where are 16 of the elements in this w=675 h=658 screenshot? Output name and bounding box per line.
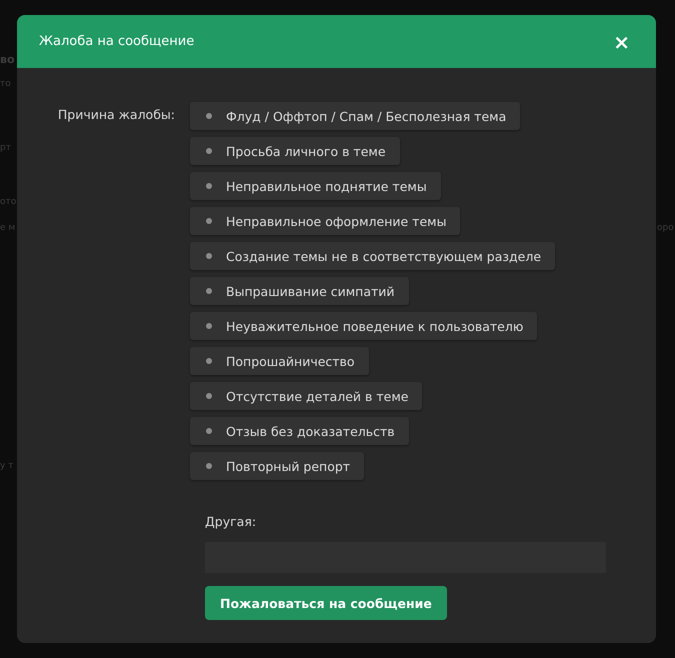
submit-button[interactable]: Пожаловаться на сообщение bbox=[205, 586, 447, 620]
dialog-title: Жалоба на сообщение bbox=[39, 34, 194, 49]
reason-option[interactable]: Неуважительное поведение к пользователю bbox=[190, 312, 538, 340]
reason-option[interactable]: Отзыв без доказательств bbox=[190, 417, 409, 445]
reason-label: Причина жалобы: bbox=[56, 106, 176, 124]
reason-option[interactable]: Попрошайничество bbox=[190, 347, 369, 375]
reason-option[interactable]: Отсутствие деталей в теме bbox=[190, 382, 422, 410]
reason-option[interactable]: Неправильное оформление темы bbox=[190, 207, 460, 235]
reason-option[interactable]: Повторный репорт bbox=[190, 452, 364, 480]
reason-option[interactable]: Неправильное поднятие темы bbox=[190, 172, 441, 200]
reason-option[interactable]: Выпрашивание симпатий bbox=[190, 277, 409, 305]
reason-option[interactable]: Флуд / Оффтоп / Спам / Бесполезная тема bbox=[190, 102, 520, 130]
close-button[interactable]: × bbox=[609, 30, 634, 54]
reason-option[interactable]: Создание темы не в соответствующем разделе bbox=[190, 242, 556, 270]
other-label: Другая: bbox=[205, 514, 256, 529]
reason-option[interactable]: Просьба личного в теме bbox=[190, 137, 400, 165]
